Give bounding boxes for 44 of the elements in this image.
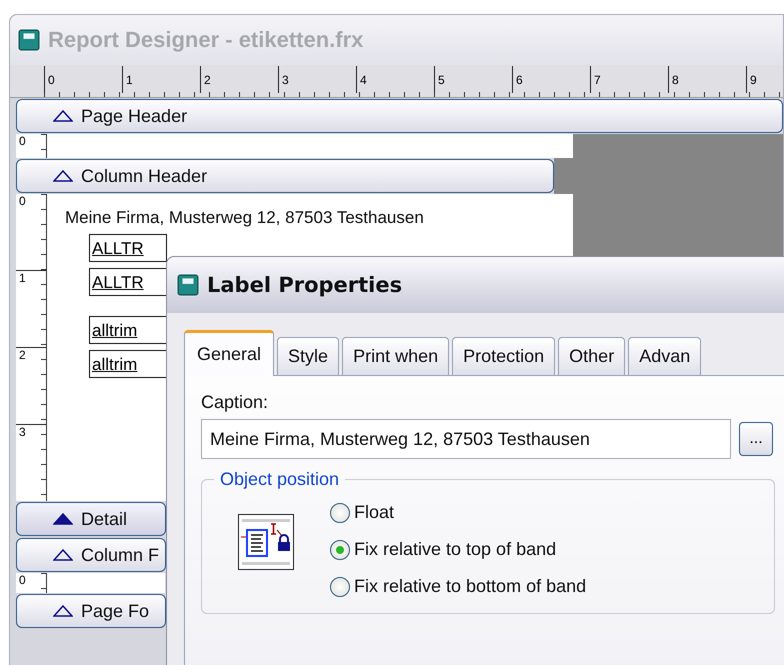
ruler-number: 0 <box>19 194 26 208</box>
dialog-title: Label Properties <box>207 273 402 297</box>
radio-option[interactable]: Fix relative to top of band <box>330 539 586 560</box>
ruler-number: 1 <box>19 271 26 285</box>
radio-option[interactable]: Fix relative to bottom of band <box>330 576 586 597</box>
window-icon <box>177 274 199 296</box>
ruler-number: 2 <box>200 66 278 93</box>
window-title: Report Designer - etiketten.frx <box>48 27 364 53</box>
band-bar[interactable]: Page Header <box>16 99 783 133</box>
band-bar[interactable]: Page Fo <box>16 594 166 628</box>
report-field[interactable]: ALLTR <box>89 234 167 262</box>
ruler-number: 0 <box>44 66 122 93</box>
band-bar[interactable]: Detail <box>16 502 166 536</box>
position-icon <box>238 514 294 570</box>
tab[interactable]: Style <box>277 337 340 375</box>
ruler-number: 0 <box>19 134 26 148</box>
ruler-number: 4 <box>356 66 434 93</box>
radio-button[interactable] <box>330 540 350 560</box>
radio-button[interactable] <box>330 576 350 596</box>
tab[interactable]: Protection <box>452 337 556 375</box>
radio-button[interactable] <box>330 502 350 522</box>
tab[interactable]: General <box>184 330 274 376</box>
radio-option[interactable]: Float <box>330 502 586 523</box>
ruler-number: 5 <box>434 66 512 93</box>
band-bar[interactable]: Column F <box>16 538 166 572</box>
tab[interactable]: Print when <box>342 337 450 375</box>
ruler-number: 3 <box>19 425 26 439</box>
tab[interactable]: Other <box>558 337 626 375</box>
ruler-number: 0 <box>19 573 26 587</box>
browse-button[interactable]: ... <box>739 422 773 456</box>
ruler-number: 1 <box>122 66 200 93</box>
ruler-number: 2 <box>19 348 26 362</box>
report-label[interactable]: Meine Firma, Musterweg 12, 87503 Testhausen <box>65 208 573 228</box>
caption-field[interactable]: Meine Firma, Musterweg 12, 87503 Testhausen <box>201 419 731 459</box>
ruler-number: 7 <box>590 66 668 93</box>
tab[interactable]: Advan <box>628 337 702 375</box>
window-icon <box>18 29 40 51</box>
ruler-number: 3 <box>278 66 356 93</box>
caption-label: Caption: <box>201 392 270 413</box>
band-bar[interactable]: Column Header <box>16 159 554 193</box>
ruler-number: 8 <box>668 66 746 93</box>
ruler-number: 9 <box>746 66 784 93</box>
group-title: Object position <box>219 469 340 490</box>
ruler-number: 6 <box>512 66 590 93</box>
